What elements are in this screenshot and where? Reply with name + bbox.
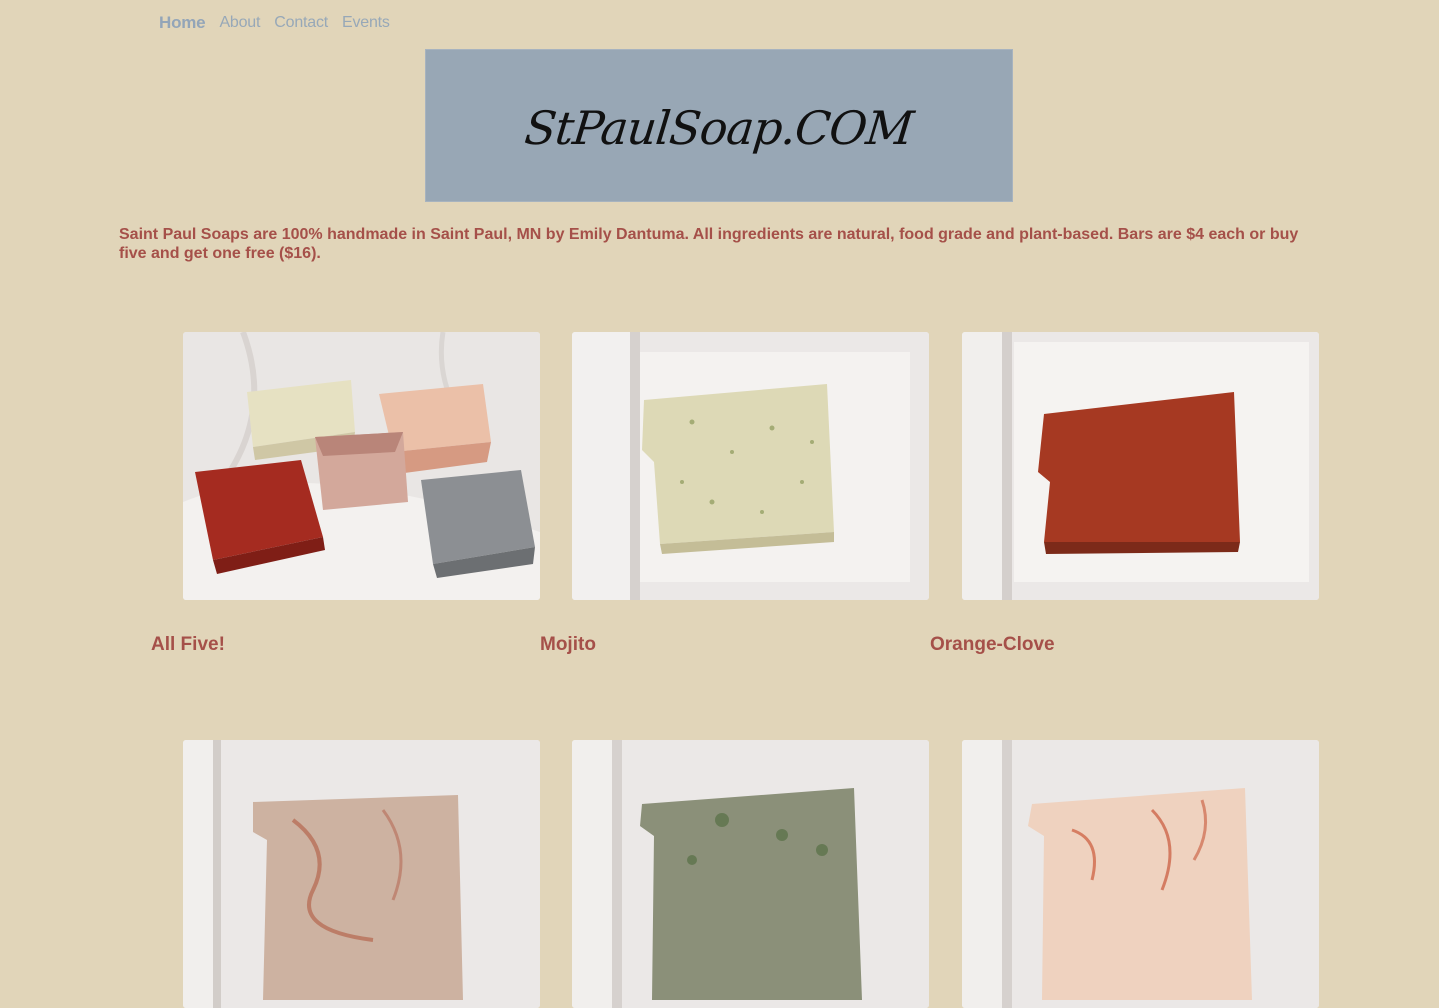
- nav-about[interactable]: About: [219, 13, 260, 33]
- product-image-4[interactable]: [183, 740, 540, 1008]
- product-image-mojito[interactable]: [572, 332, 929, 600]
- site-title: StPaulSoap.COM: [522, 100, 916, 155]
- intro-text: Saint Paul Soaps are 100% handmade in Sa…: [119, 226, 1299, 262]
- top-nav: Home About Contact Events: [159, 13, 404, 33]
- nav-events[interactable]: Events: [342, 13, 390, 33]
- product-image-5[interactable]: [572, 740, 929, 1008]
- nav-contact[interactable]: Contact: [274, 13, 328, 33]
- product-image-orange-clove[interactable]: [962, 332, 1319, 600]
- product-label-mojito[interactable]: Mojito: [540, 634, 596, 656]
- nav-home[interactable]: Home: [159, 13, 206, 33]
- product-label-all-five[interactable]: All Five!: [151, 634, 225, 656]
- product-label-orange-clove[interactable]: Orange-Clove: [930, 634, 1055, 656]
- product-image-6[interactable]: [962, 740, 1319, 1008]
- site-banner: StPaulSoap.COM: [425, 49, 1013, 202]
- product-image-all-five[interactable]: [183, 332, 540, 600]
